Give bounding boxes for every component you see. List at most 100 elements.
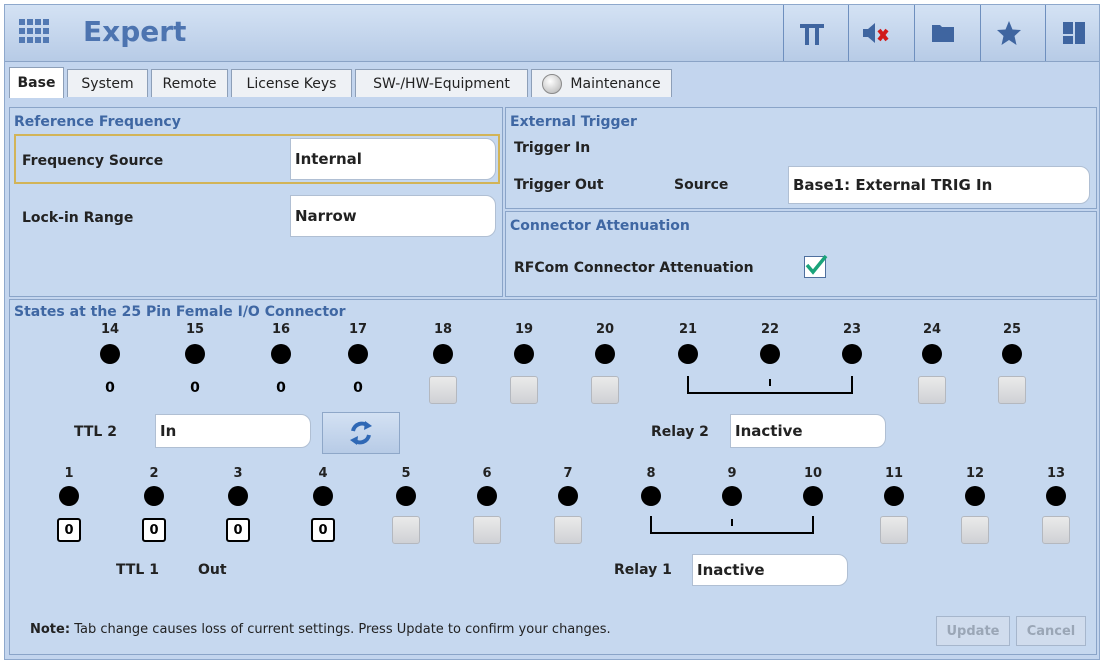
pin-number: 22 [760,322,780,337]
layout-icon[interactable] [1045,5,1102,61]
pin-dot [1002,344,1022,364]
status-led-icon [542,73,563,94]
pin-number: 3 [233,466,243,481]
star-icon[interactable] [980,5,1037,61]
pin-dot [922,344,942,364]
trigger-source-select[interactable]: Base1: External TRIG In [788,166,1090,204]
pin-state-indicator [961,516,989,544]
pin-dot [348,344,368,364]
tab-system[interactable]: System [67,69,148,97]
pin-state-indicator [998,376,1026,404]
pin-dot [641,486,661,506]
pin-dot [842,344,862,364]
tab-license-keys[interactable]: License Keys [231,69,352,97]
lockin-range-label: Lock-in Range [22,210,134,226]
pin-state-indicator [591,376,619,404]
relay1-label: Relay 1 [614,562,672,578]
pin-dot [59,486,79,506]
connector-attenuation-title: Connector Attenuation [510,218,690,234]
trigger-in-label: Trigger In [514,140,591,156]
mute-icon[interactable] [848,5,905,61]
title-bar: Expert [5,5,1099,62]
pin-value: 0 [105,380,115,396]
pin-value: 0 [353,380,363,396]
ttl2-select[interactable]: In [155,414,311,448]
tab-maintenance[interactable]: Maintenance [531,69,672,97]
pin-dot [1046,486,1066,506]
external-trigger-panel: External Trigger Trigger In Trigger Out … [505,107,1097,209]
folder-icon[interactable] [914,5,971,61]
pin-number: 2 [149,466,159,481]
page-title: Expert [83,15,187,48]
rfcom-attenuation-checkbox[interactable] [804,254,828,278]
pin-number: 18 [433,322,453,337]
pin-number: 16 [271,322,291,337]
pin-number: 1 [64,466,74,481]
pin-number: 23 [842,322,862,337]
connector-states-title: States at the 25 Pin Female I/O Connecto… [14,304,346,320]
pin-dot [100,344,120,364]
ttl1-label: TTL 1 [116,562,159,578]
pin-value-box[interactable]: 0 [226,518,250,542]
external-trigger-title: External Trigger [510,114,637,130]
pin-number: 13 [1046,466,1066,481]
connector-attenuation-panel: Connector Attenuation RFCom Connector At… [505,211,1097,297]
pin-dot [678,344,698,364]
pin-state-indicator [510,376,538,404]
source-label: Source [674,177,729,193]
update-button[interactable]: Update [936,616,1010,646]
frequency-source-select[interactable]: Internal [290,138,496,180]
pin-state-indicator [1042,516,1070,544]
tab-base[interactable]: Base [9,67,64,98]
pin-number: 8 [646,466,656,481]
pi-icon[interactable] [783,5,840,61]
pin-state-indicator [473,516,501,544]
pin-dot [396,486,416,506]
apps-grid-icon[interactable] [19,19,51,47]
relay2-tick [769,379,771,386]
pin-dot [144,486,164,506]
pin-number: 4 [318,466,328,481]
check-icon [805,254,828,275]
pin-number: 17 [348,322,368,337]
rfcom-attenuation-label: RFCom Connector Attenuation [514,260,754,276]
tab-sw-hw-equipment[interactable]: SW-/HW-Equipment [355,69,528,97]
pin-dot [514,344,534,364]
pin-value-box[interactable]: 0 [142,518,166,542]
cancel-button[interactable]: Cancel [1016,616,1086,646]
relay2-label: Relay 2 [651,424,709,440]
trigger-out-label: Trigger Out [514,177,604,193]
connector-states-panel: States at the 25 Pin Female I/O Connecto… [9,299,1097,655]
pin-number: 24 [922,322,942,337]
pin-dot [965,486,985,506]
refresh-icon [350,421,372,445]
pin-number: 14 [100,322,120,337]
pin-number: 15 [185,322,205,337]
pin-dot [558,486,578,506]
pin-number: 6 [482,466,492,481]
pin-value-box[interactable]: 0 [57,518,81,542]
pin-number: 19 [514,322,534,337]
pin-number: 25 [1002,322,1022,337]
pin-dot [884,486,904,506]
pin-number: 9 [727,466,737,481]
pin-value: 0 [190,380,200,396]
lockin-range-select[interactable]: Narrow [290,195,496,237]
tab-remote[interactable]: Remote [151,69,228,97]
pin-dot [433,344,453,364]
pin-number: 10 [803,466,823,481]
pin-number: 5 [401,466,411,481]
relay1-select[interactable]: Inactive [692,554,848,586]
pin-dot [185,344,205,364]
pin-dot [313,486,333,506]
pin-state-indicator [554,516,582,544]
refresh-button[interactable] [322,412,400,454]
pin-dot [722,486,742,506]
relay1-tick [731,519,733,526]
relay2-select[interactable]: Inactive [730,414,886,448]
pin-value-box[interactable]: 0 [311,518,335,542]
pin-dot [477,486,497,506]
pin-dot [595,344,615,364]
pin-state-indicator [918,376,946,404]
pin-state-indicator [429,376,457,404]
